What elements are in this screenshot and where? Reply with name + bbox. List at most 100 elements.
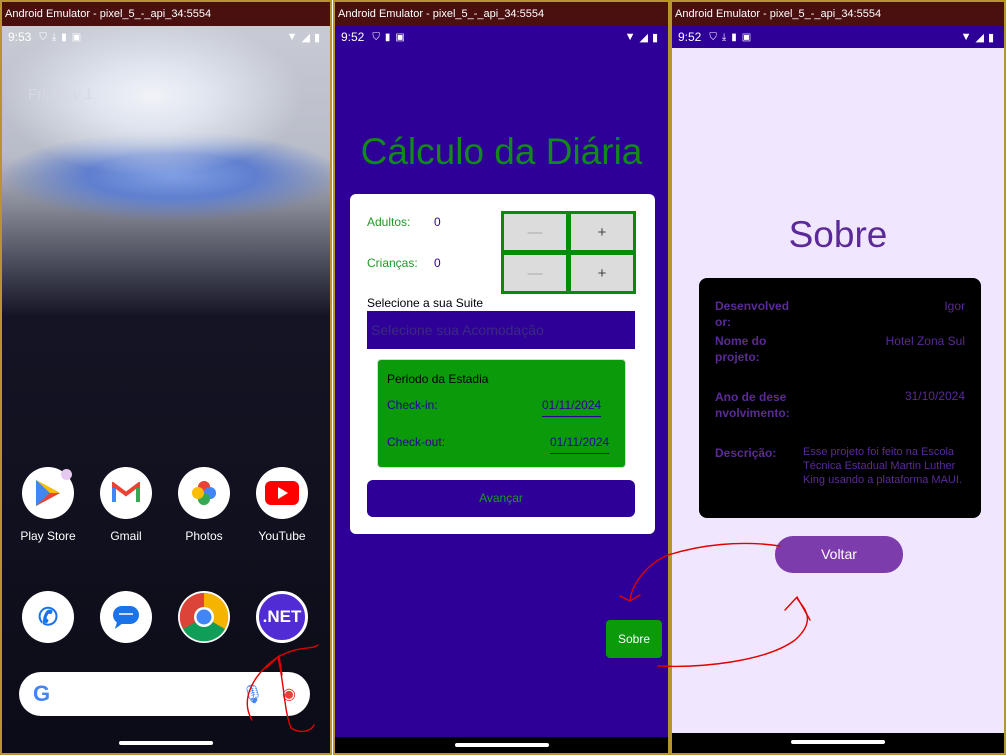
children-label: Crianças:: [367, 256, 418, 270]
app-label: YouTube: [258, 529, 306, 543]
dotnet-icon: .NET: [256, 591, 308, 643]
children-value: 0: [434, 256, 441, 270]
sd-card-icon: ▮: [731, 31, 737, 43]
children-minus-button[interactable]: —: [504, 255, 566, 291]
children-plus-button[interactable]: +: [571, 255, 633, 291]
google-icon: G: [33, 681, 51, 706]
project-value: Hotel Zona Sul: [885, 334, 965, 348]
photos-icon: [178, 467, 230, 519]
emulator-window-calc: Android Emulator - pixel_5_-_api_34:5554…: [333, 0, 670, 755]
app-gmail[interactable]: Gmail: [96, 467, 156, 543]
year-label: Ano de dese nvolvimento:: [715, 389, 790, 421]
gmail-icon: [100, 467, 152, 519]
project-label: Nome do projeto:: [715, 333, 766, 365]
app-youtube[interactable]: YouTube: [252, 467, 312, 543]
chrome-icon: [178, 591, 230, 643]
dotnet-text: .NET: [262, 607, 302, 626]
suite-picker[interactable]: Selecione sua Acomodação: [367, 311, 635, 349]
page-title: Cálculo da Diária: [360, 131, 643, 172]
notification-icons: ⛉ ⤓ ▮ ▣: [709, 32, 751, 43]
description-value: Esse projeto foi feito na Escola Técnica…: [803, 446, 962, 486]
app-play-store[interactable]: Play Store: [18, 467, 78, 543]
notification-dot: [61, 469, 72, 480]
youtube-icon: [256, 467, 308, 519]
adults-label: Adultos:: [367, 215, 411, 229]
status-bar: 9:53 ⛉ ⤓ ▮ ▣ ▼ ◢ ▮: [2, 26, 330, 48]
shield-icon: ⛉: [709, 31, 717, 43]
wifi-icon: ▼: [960, 30, 972, 43]
year-value: 31/10/2024: [904, 389, 965, 403]
checkin-label: Check-in:: [387, 398, 438, 412]
developer-value: Igor: [944, 299, 965, 313]
home-date: Fri, Nov 1: [28, 86, 94, 103]
system-icons: ▼ ◢ ▮: [287, 31, 320, 44]
app-label: Gmail: [110, 529, 142, 543]
period-title: Periodo da Estadia: [387, 372, 489, 386]
navigation-handle[interactable]: [791, 740, 885, 744]
project-label-line2: projeto:: [715, 350, 760, 364]
google-search-bar[interactable]: G 🎙 ◉: [19, 672, 310, 716]
sd-card-icon: ▮: [61, 31, 67, 43]
system-icons: ▼ ◢ ▮: [961, 31, 994, 44]
period-frame: Periodo da Estadia Check-in: 01/11/2024 …: [377, 359, 626, 468]
phone-icon: ✆: [22, 591, 74, 643]
checkin-date-picker[interactable]: 01/11/2024: [542, 398, 602, 417]
emulator-title: Android Emulator - pixel_5_-_api_34:5554: [672, 2, 1004, 26]
emulator-title: Android Emulator - pixel_5_-_api_34:5554: [335, 2, 668, 26]
next-button[interactable]: Avançar: [367, 480, 635, 517]
dock-phone[interactable]: ✆: [18, 591, 78, 643]
system-icons: ▼ ◢ ▮: [625, 31, 658, 44]
project-label-line1: Nome do: [715, 334, 767, 348]
navigation-handle[interactable]: [454, 743, 549, 747]
signal-icon: ◢: [301, 31, 310, 44]
status-time: 9:52: [678, 30, 702, 44]
adults-minus-button[interactable]: —: [504, 214, 566, 250]
dock-messages[interactable]: [96, 591, 156, 643]
microphone-icon[interactable]: 🎙: [241, 684, 264, 705]
emulator-title: Android Emulator - pixel_5_-_api_34:5554: [2, 2, 330, 26]
developer-label-line1: Desenvolved: [715, 299, 790, 313]
status-time: 9:53: [8, 30, 32, 44]
booking-card: Adultos: 0 Crianças: 0 — + — + Selecione…: [350, 194, 655, 534]
navigation-handle[interactable]: [119, 741, 213, 745]
play-store-icon: [22, 467, 74, 519]
dock-dotnet[interactable]: .NET: [252, 591, 312, 643]
developer-label: Desenvolved or:: [715, 298, 789, 330]
app-label: Photos: [185, 529, 223, 543]
image-icon: ▣: [71, 31, 82, 43]
adults-plus-button[interactable]: +: [571, 214, 633, 250]
adults-value: 0: [434, 215, 441, 229]
download-icon: ⤓: [721, 31, 727, 43]
status-bar: 9:52 ⛉ ▮ ▣ ▼ ◢ ▮: [335, 26, 668, 48]
notification-icons: ⛉ ▮ ▣: [372, 32, 404, 43]
battery-icon: ▮: [651, 31, 658, 44]
wifi-icon: ▼: [624, 30, 636, 43]
status-time: 9:52: [341, 30, 365, 44]
app-label: Play Store: [20, 529, 76, 543]
bottom-bar: [672, 733, 1004, 753]
download-icon: ⤓: [51, 31, 57, 43]
battery-icon: ▮: [313, 31, 320, 44]
shield-icon: ⛉: [39, 31, 47, 43]
home-screen: [2, 26, 330, 753]
lens-icon[interactable]: ◉: [282, 684, 296, 704]
battery-icon: ▮: [987, 31, 994, 44]
image-icon: ▣: [741, 31, 752, 43]
shield-icon: ⛉: [372, 31, 380, 43]
signal-icon: ◢: [975, 31, 984, 44]
app-photos[interactable]: Photos: [174, 467, 234, 543]
checkout-label: Check-out:: [387, 435, 446, 449]
about-button[interactable]: Sobre: [606, 620, 662, 658]
image-icon: ▣: [395, 31, 405, 43]
back-button[interactable]: Voltar: [775, 536, 903, 573]
about-screen: 9:52 ⛉ ⤓ ▮ ▣ ▼ ◢ ▮ Sobre Desenvolved or:…: [672, 26, 1004, 733]
checkout-date-picker[interactable]: 01/11/2024: [550, 435, 610, 454]
dock-chrome[interactable]: [174, 591, 234, 643]
year-label-line2: nvolvimento:: [715, 406, 790, 420]
year-label-line1: Ano de dese: [715, 390, 787, 404]
wifi-icon: ▼: [286, 30, 298, 43]
bottom-bar: [335, 737, 668, 753]
notification-icons: ⛉ ⤓ ▮ ▣: [39, 32, 81, 43]
sd-card-icon: ▮: [384, 31, 391, 43]
messages-icon: [100, 591, 152, 643]
